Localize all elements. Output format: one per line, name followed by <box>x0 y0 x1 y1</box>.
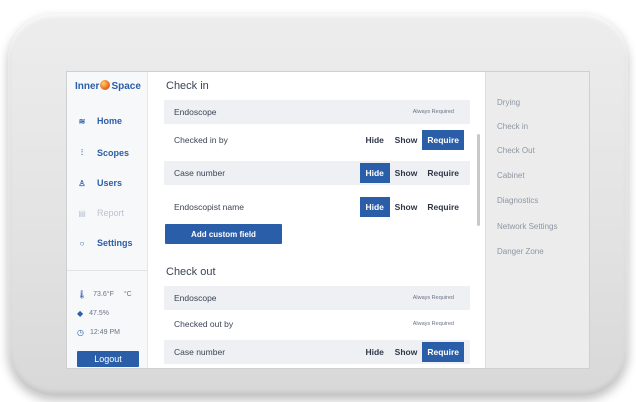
field-row-endoscope: Endoscope Always Required <box>164 286 470 310</box>
hide-option[interactable]: Hide <box>360 130 390 150</box>
tablet-bezel: Inner Space ≋ Home ⫶ Scopes ♙ Users ▤ Rep… <box>8 14 628 396</box>
hide-option[interactable]: Hide <box>359 197 390 217</box>
always-required-badge: Always Required <box>412 109 454 115</box>
field-row-case-number: Case number Hide Show Require <box>164 340 470 364</box>
hide-option[interactable]: Hide <box>359 163 390 183</box>
sidebar-item-settings[interactable]: ○ Settings <box>77 238 133 248</box>
settings-nav-check-in[interactable]: Check in <box>497 122 528 131</box>
thermometer-icon: 🌡 <box>77 290 88 299</box>
sidebar-item-label: Users <box>97 178 123 188</box>
row-label: Endoscopist name <box>174 202 244 212</box>
logo-text-inner: Inner <box>75 81 100 92</box>
row-label: Checked out by <box>174 319 234 329</box>
sidebar-item-home[interactable]: ≋ Home <box>77 116 122 126</box>
temperature-unit-toggle[interactable]: °C <box>124 291 132 298</box>
require-option[interactable]: Require <box>422 342 464 362</box>
sidebar-item-label: Scopes <box>97 148 130 158</box>
sidebar-item-label: Settings <box>97 238 133 248</box>
settings-nav-danger-zone[interactable]: Danger Zone <box>497 247 544 256</box>
settings-icon: ○ <box>79 238 85 248</box>
row-label: Endoscope <box>174 293 217 303</box>
require-option[interactable]: Require <box>422 197 464 217</box>
sidebar-divider <box>67 270 147 271</box>
sidebar-item-label: Report <box>97 208 125 218</box>
add-custom-field-button[interactable]: Add custom field <box>165 224 282 244</box>
temperature-readout: 🌡 73.6°F °C <box>77 290 132 299</box>
time-readout: ◷ 12:49 PM <box>77 328 120 337</box>
humidity-readout: ◆ 47.5% <box>77 309 109 318</box>
section-title-check-in: Check in <box>166 80 209 92</box>
droplet-icon: ◆ <box>77 309 84 318</box>
settings-nav-network-settings[interactable]: Network Settings <box>497 222 557 231</box>
screen: Inner Space ≋ Home ⫶ Scopes ♙ Users ▤ Rep… <box>67 72 589 368</box>
visibility-selector: Hide Show Require <box>359 197 464 217</box>
row-label: Endoscope <box>174 107 217 117</box>
app-logo: Inner Space <box>75 80 141 92</box>
visibility-selector: Hide Show Require <box>360 130 464 150</box>
show-option[interactable]: Show <box>390 163 423 183</box>
field-row-case-number: Case number Hide Show Require <box>164 161 470 185</box>
require-option[interactable]: Require <box>422 163 464 183</box>
always-required-badge: Always Required <box>412 321 454 327</box>
visibility-selector: Hide Show Require <box>359 163 464 183</box>
scopes-icon: ⫶ <box>81 148 83 157</box>
scrollbar[interactable] <box>477 134 480 226</box>
section-title-check-out: Check out <box>166 266 216 278</box>
settings-nav-panel: Drying Check in Check Out Cabinet Diagno… <box>485 72 589 368</box>
always-required-badge: Always Required <box>412 295 454 301</box>
show-option[interactable]: Show <box>390 130 423 150</box>
logo-text-space: Space <box>111 81 141 92</box>
temperature-value: 73.6°F <box>93 291 114 298</box>
visibility-selector: Hide Show Require <box>360 342 464 362</box>
clock-icon: ◷ <box>77 328 84 337</box>
hide-option[interactable]: Hide <box>360 342 390 362</box>
show-option[interactable]: Show <box>390 342 423 362</box>
logout-button[interactable]: Logout <box>77 351 139 367</box>
field-row-checked-out-by: Checked out by Always Required <box>164 312 470 336</box>
settings-nav-cabinet[interactable]: Cabinet <box>497 171 525 180</box>
settings-nav-drying[interactable]: Drying <box>497 98 520 107</box>
sidebar-item-users[interactable]: ♙ Users <box>77 178 122 188</box>
field-row-endoscope: Endoscope Always Required <box>164 100 470 124</box>
show-option[interactable]: Show <box>390 197 423 217</box>
row-label: Case number <box>174 347 226 357</box>
sidebar-item-scopes[interactable]: ⫶ Scopes <box>77 148 129 158</box>
field-row-endoscopist-name: Endoscopist name Hide Show Require <box>164 195 470 219</box>
require-option[interactable]: Require <box>422 130 464 150</box>
home-icon: ≋ <box>78 116 86 126</box>
row-label: Checked in by <box>174 135 228 145</box>
globe-logo-icon <box>100 80 111 90</box>
sidebar: Inner Space ≋ Home ⫶ Scopes ♙ Users ▤ Rep… <box>67 72 148 368</box>
sidebar-item-report: ▤ Report <box>77 208 124 218</box>
sidebar-item-label: Home <box>97 116 123 126</box>
time-value: 12:49 PM <box>89 329 120 336</box>
users-icon: ♙ <box>78 178 86 188</box>
field-row-checked-in-by: Checked in by Hide Show Require <box>164 128 470 152</box>
main-content: Check in Endoscope Always Required Check… <box>148 72 472 368</box>
settings-nav-check-out[interactable]: Check Out <box>497 146 535 155</box>
report-icon: ▤ <box>78 208 86 218</box>
humidity-value: 47.5% <box>89 310 110 317</box>
settings-nav-diagnostics[interactable]: Diagnostics <box>497 196 538 205</box>
row-label: Case number <box>174 168 226 178</box>
